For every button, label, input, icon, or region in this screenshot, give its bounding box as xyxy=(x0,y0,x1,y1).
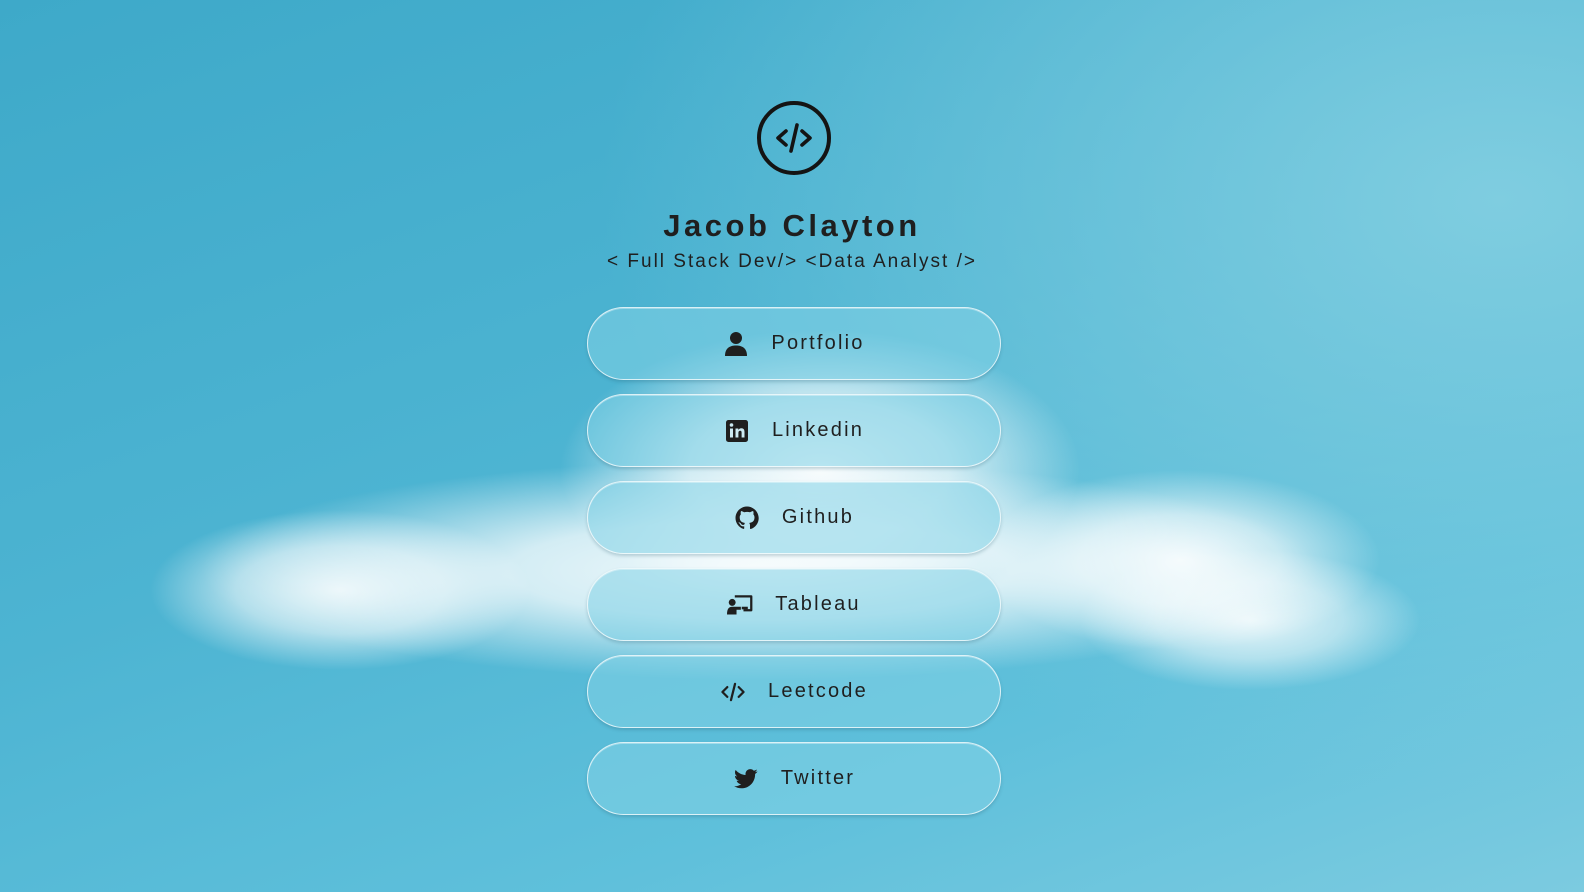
leetcode-link-label: Leetcode xyxy=(768,680,868,702)
presenter-icon xyxy=(727,592,753,618)
linkedin-link-label: Linkedin xyxy=(771,419,865,441)
user-icon xyxy=(723,331,749,357)
profile-tagline: < Full Stack Dev/> <Data Analyst /> xyxy=(607,251,977,272)
portfolio-link-button[interactable]: Portfolio xyxy=(587,307,1001,380)
linkedin-icon xyxy=(724,418,750,444)
linkedin-link-button[interactable]: Linkedin xyxy=(587,394,1001,467)
github-link-button[interactable]: Github xyxy=(587,481,1001,554)
twitter-link-button[interactable]: Twitter xyxy=(587,742,1001,815)
tableau-link-label: Tableau xyxy=(775,593,861,615)
github-link-label: Github xyxy=(781,506,855,528)
code-glyph-icon xyxy=(776,123,812,153)
code-icon xyxy=(720,679,746,705)
portfolio-link-label: Portfolio xyxy=(771,332,865,354)
github-icon xyxy=(734,505,760,531)
link-list: Portfolio Linkedin Github Tableau Leetco… xyxy=(587,307,1001,829)
twitter-link-label: Twitter xyxy=(780,767,856,789)
tableau-link-button[interactable]: Tableau xyxy=(587,568,1001,641)
link-page: Jacob Clayton < Full Stack Dev/> <Data A… xyxy=(0,0,1584,892)
code-circle-icon xyxy=(757,101,831,175)
leetcode-link-button[interactable]: Leetcode xyxy=(587,655,1001,728)
profile-name: Jacob Clayton xyxy=(663,208,921,243)
twitter-icon xyxy=(733,766,759,792)
